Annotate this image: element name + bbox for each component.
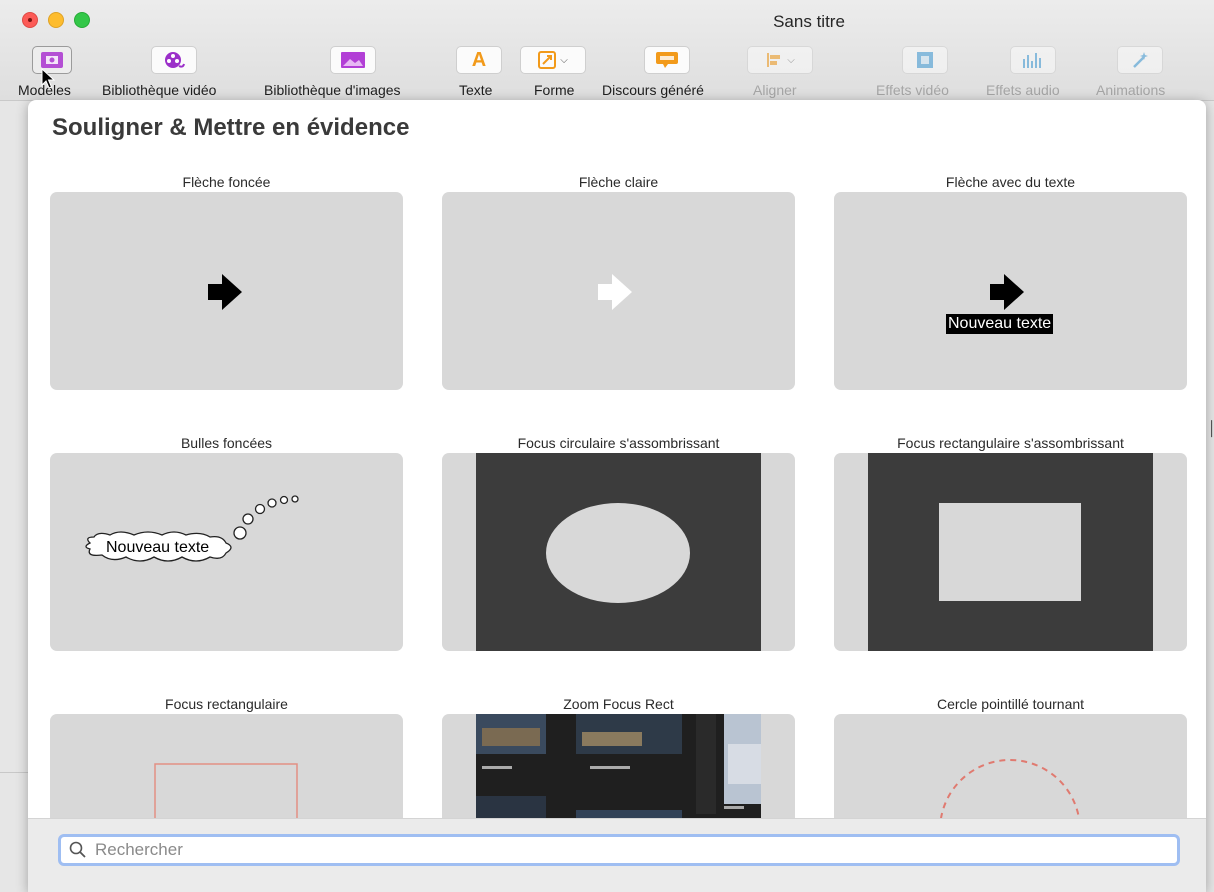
- toolbar-audio-effects-label: Effets audio: [986, 82, 1060, 98]
- preview-text-label: Nouveau texte: [946, 314, 1054, 334]
- video-library-icon: [165, 52, 185, 68]
- search-icon: [69, 841, 86, 858]
- chevron-down-icon: ⌵: [787, 54, 795, 66]
- generated-speech-icon: [656, 52, 678, 68]
- toolbar-shape-label: Forme: [534, 82, 575, 98]
- template-label: Focus circulaire s'assombrissant: [517, 435, 720, 451]
- circular-focus-preview-icon: [476, 453, 761, 651]
- audio-effects-icon: [1023, 53, 1041, 68]
- mouse-cursor-icon: [41, 68, 55, 89]
- title-bar: Sans titre Modèles Bibliothèque vidéo Bi…: [0, 0, 1214, 101]
- template-tile-rectangular-focus[interactable]: [834, 453, 1187, 651]
- toolbar-video-effects-label: Effets vidéo: [876, 82, 949, 98]
- animations-icon: [1133, 52, 1148, 68]
- dark-arrow-preview-icon: [208, 274, 242, 310]
- toolbar-generated-speech-label: Discours généré: [602, 82, 704, 98]
- template-label: Flèche claire: [578, 174, 659, 190]
- template-tile-arrow-with-text[interactable]: Nouveau texte: [834, 192, 1187, 390]
- thought-bubble-preview-icon: [85, 495, 299, 562]
- chevron-down-icon: ⌵: [560, 54, 568, 66]
- toolbar-animations-label: Animations: [1096, 82, 1166, 98]
- template-tile-dark-bubbles[interactable]: Nouveau texte: [50, 453, 403, 651]
- template-label: Flèche avec du texte: [945, 174, 1076, 190]
- panel-title: Souligner & Mettre en évidence: [52, 114, 410, 141]
- search-input[interactable]: [93, 839, 1147, 861]
- toolbar-audio-effects-button[interactable]: [1010, 46, 1056, 74]
- toolbar-text-label: Texte: [459, 82, 493, 98]
- align-icon: [767, 53, 781, 67]
- toolbar-video-effects-button[interactable]: [902, 46, 948, 74]
- background-window-edge-text: │: [1208, 420, 1214, 436]
- video-effects-icon: [917, 52, 933, 68]
- image-library-icon: [341, 52, 365, 68]
- preview-text-label: Nouveau texte: [106, 539, 210, 556]
- search-bar-area: [28, 818, 1206, 892]
- template-label: Zoom Focus Rect: [563, 696, 674, 712]
- arrow-preview-icon: [990, 274, 1024, 310]
- toolbar-video-library-button[interactable]: [151, 46, 197, 74]
- window-title: Sans titre: [773, 12, 845, 31]
- template-label: Focus rectangulaire s'assombrissant: [897, 435, 1124, 451]
- rectangular-focus-preview-icon: [868, 453, 1153, 651]
- template-tile-dark-arrow[interactable]: [50, 192, 403, 390]
- search-field[interactable]: [58, 834, 1180, 866]
- toolbar-generated-speech-button[interactable]: [644, 46, 690, 74]
- template-tile-light-arrow[interactable]: [442, 192, 795, 390]
- template-tile-circular-focus[interactable]: [442, 453, 795, 651]
- light-arrow-preview-icon: [598, 274, 632, 310]
- toolbar-animations-button[interactable]: [1117, 46, 1163, 74]
- toolbar-align-label: Aligner: [753, 82, 797, 98]
- toolbar-align-button[interactable]: ⌵: [747, 46, 813, 74]
- background-divider: [0, 772, 28, 773]
- shape-icon: [538, 51, 557, 69]
- templates-popover: Souligner & Mettre en évidence Flèche fo…: [28, 100, 1206, 892]
- template-label: Bulles foncées: [180, 435, 273, 451]
- toolbar-shape-button[interactable]: ⌵: [520, 46, 586, 74]
- template-label: Focus rectangulaire: [165, 696, 288, 712]
- templates-icon: [41, 52, 63, 68]
- toolbar-image-library-label: Bibliothèque d'images: [264, 82, 401, 98]
- app-window: Sans titre Modèles Bibliothèque vidéo Bi…: [0, 0, 1214, 892]
- toolbar-text-button[interactable]: A: [456, 46, 502, 74]
- text-icon: A: [471, 48, 487, 71]
- toolbar-image-library-button[interactable]: [330, 46, 376, 74]
- toolbar-video-library-label: Bibliothèque vidéo: [102, 82, 217, 98]
- template-label: Cercle pointillé tournant: [936, 696, 1085, 712]
- template-label: Flèche foncée: [182, 174, 271, 190]
